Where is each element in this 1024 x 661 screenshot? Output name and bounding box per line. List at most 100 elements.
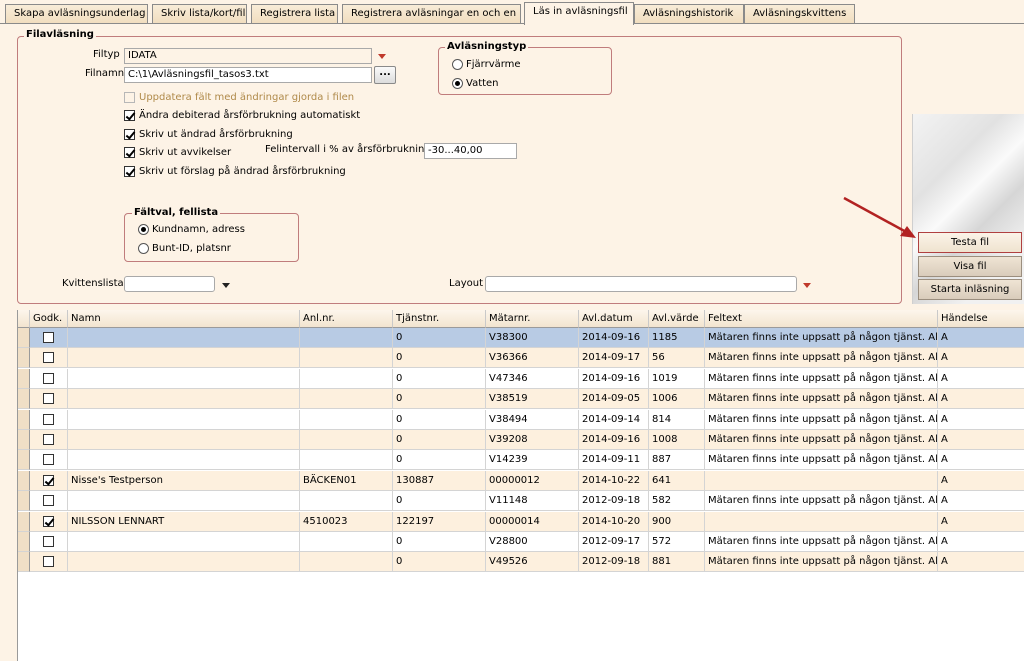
cell-feltext xyxy=(705,511,938,532)
layout-dropdown-icon[interactable] xyxy=(799,277,815,293)
row-selector[interactable] xyxy=(18,328,30,348)
cell-tjanstnr: 122197 xyxy=(393,511,486,532)
tab-label: Skriv lista/kort/fil xyxy=(161,8,246,19)
radio-fjarrvarme[interactable] xyxy=(452,59,463,70)
table-row[interactable]: 0 V47346 2014-09-16 1019 Mätaren finns inte … xyxy=(18,368,1024,389)
table-row[interactable]: Nisse's Testperson BÄCKEN01 130887 00000012… xyxy=(18,470,1024,491)
column-header-handelse[interactable]: Händelse xyxy=(938,310,1024,328)
kvittenslista-select[interactable] xyxy=(124,276,215,292)
column-header-matarnr[interactable]: Mätarnr. xyxy=(486,310,579,328)
row-selector[interactable] xyxy=(18,532,30,552)
table-row[interactable]: 0 V38300 2014-09-16 1185 Mätaren finns inte … xyxy=(18,328,1024,348)
checkbox-skriv-andrad[interactable] xyxy=(124,129,135,140)
table-row[interactable]: 0 V49526 2012-09-18 881 Mätaren finns inte u… xyxy=(18,552,1024,573)
table-row[interactable]: 0 V38519 2014-09-05 1006 Mätaren finns inte … xyxy=(18,389,1024,410)
row-selector[interactable] xyxy=(18,511,30,532)
cell-avldatum: 2012-09-18 xyxy=(579,552,649,573)
row-selector[interactable] xyxy=(18,389,30,410)
tab-avlasningshistorik[interactable]: Avläsningshistorik xyxy=(634,4,744,24)
godk-checkbox[interactable] xyxy=(43,413,54,425)
column-header-avldatum[interactable]: Avl.datum xyxy=(579,310,649,328)
radio-kundnamn[interactable] xyxy=(138,224,149,235)
cell-anlnr: 4510023 xyxy=(300,511,393,532)
godk-checkbox[interactable] xyxy=(43,372,54,384)
cell-godk xyxy=(30,430,68,450)
cell-avlvarde: 641 xyxy=(649,470,705,491)
cell-avlvarde: 1008 xyxy=(649,430,705,450)
filtyp-select[interactable]: IDATA xyxy=(124,48,372,64)
column-header-tjanstnr[interactable]: Tjänstnr. xyxy=(393,310,486,328)
cell-avlvarde: 900 xyxy=(649,511,705,532)
table-row[interactable]: 0 V38494 2014-09-14 814 Mätaren finns inte u… xyxy=(18,409,1024,430)
cell-anlnr xyxy=(300,491,393,512)
table-row[interactable]: 0 V11148 2012-09-18 582 Mätaren finns inte u… xyxy=(18,491,1024,512)
row-selector[interactable] xyxy=(18,409,30,430)
checkbox-uppdatera[interactable] xyxy=(124,92,135,103)
cell-feltext: Mätaren finns inte uppsatt på någon tjän… xyxy=(705,552,938,573)
visa-fil-button[interactable]: Visa fil xyxy=(918,256,1022,277)
row-selector[interactable] xyxy=(18,430,30,450)
cell-feltext: Mätaren finns inte uppsatt på någon tjän… xyxy=(705,328,938,348)
row-selector[interactable] xyxy=(18,368,30,389)
tab-bar: Skapa avläsningsunderlag Skriv lista/kor… xyxy=(0,0,1024,25)
godk-checkbox[interactable] xyxy=(43,352,54,364)
row-selector[interactable] xyxy=(18,348,30,369)
table-row[interactable]: 0 V28800 2012-09-17 572 Mätaren finns inte u… xyxy=(18,532,1024,552)
cell-godk xyxy=(30,511,68,532)
checkbox-skriv-avvikelser-label: Skriv ut avvikelser xyxy=(139,147,232,158)
radio-bunt-id[interactable] xyxy=(138,243,149,254)
tab-registrera-lista[interactable]: Registrera lista xyxy=(251,4,338,24)
checkbox-andra-debiterad[interactable] xyxy=(124,110,135,121)
cell-anlnr xyxy=(300,552,393,573)
checkbox-skriv-avvikelser[interactable] xyxy=(124,147,135,158)
table-row[interactable]: 0 V36366 2014-09-17 56 Mätaren finns inte up… xyxy=(18,348,1024,369)
table-row[interactable]: 0 V39208 2014-09-16 1008 Mätaren finns inte … xyxy=(18,430,1024,450)
column-header-godk[interactable]: Godk. xyxy=(30,310,68,328)
column-header-namn[interactable]: Namn xyxy=(68,310,300,328)
tab-las-in-avlasningsfil[interactable]: Läs in avläsningsfil xyxy=(524,2,634,25)
cell-namn xyxy=(68,450,300,471)
cell-anlnr xyxy=(300,450,393,471)
testa-fil-button[interactable]: Testa fil xyxy=(918,232,1022,253)
cell-avldatum: 2014-09-11 xyxy=(579,450,649,471)
godk-checkbox[interactable] xyxy=(43,474,54,486)
radio-vatten[interactable] xyxy=(452,78,463,89)
row-selector[interactable] xyxy=(18,470,30,491)
filtyp-dropdown-icon[interactable] xyxy=(374,48,390,64)
starta-inlasning-button[interactable]: Starta inläsning xyxy=(918,279,1022,300)
cell-anlnr xyxy=(300,368,393,389)
godk-checkbox[interactable] xyxy=(43,332,54,343)
browse-button[interactable]: ... xyxy=(374,66,396,84)
godk-checkbox[interactable] xyxy=(43,556,54,568)
layout-select[interactable] xyxy=(485,276,797,292)
cell-anlnr xyxy=(300,409,393,430)
tab-skriv-lista[interactable]: Skriv lista/kort/fil xyxy=(152,4,247,24)
felintervall-input[interactable]: -30...40,00 xyxy=(424,143,517,159)
cell-feltext xyxy=(705,470,938,491)
kvittenslista-dropdown-icon[interactable] xyxy=(218,277,234,293)
cell-tjanstnr: 0 xyxy=(393,532,486,552)
row-selector[interactable] xyxy=(18,552,30,573)
godk-checkbox[interactable] xyxy=(43,536,54,547)
cell-avldatum: 2014-09-16 xyxy=(579,430,649,450)
godk-checkbox[interactable] xyxy=(43,393,54,405)
tab-avlasningskvittens[interactable]: Avläsningskvittens xyxy=(744,4,855,24)
column-header-anlnr[interactable]: Anl.nr. xyxy=(300,310,393,328)
cell-avldatum: 2014-09-17 xyxy=(579,348,649,369)
tab-skapa-avlasningsunderlag[interactable]: Skapa avläsningsunderlag xyxy=(5,4,148,24)
row-selector[interactable] xyxy=(18,450,30,471)
table-row[interactable]: 0 V14239 2014-09-11 887 Mätaren finns inte u… xyxy=(18,450,1024,471)
checkbox-skriv-forslag[interactable] xyxy=(124,166,135,177)
godk-checkbox[interactable] xyxy=(43,495,54,507)
column-header-feltext[interactable]: Feltext xyxy=(705,310,938,328)
table-row[interactable]: NILSSON LENNART 4510023 122197 00000014 2014… xyxy=(18,511,1024,532)
row-selector[interactable] xyxy=(18,491,30,512)
godk-checkbox[interactable] xyxy=(43,454,54,466)
godk-checkbox[interactable] xyxy=(43,515,54,527)
column-header-avlvarde[interactable]: Avl.värde xyxy=(649,310,705,328)
filnamn-input[interactable]: C:\1\Avläsningsfil_tasos3.txt xyxy=(124,67,372,83)
faltval-title: Fältval, fellista xyxy=(132,207,221,218)
cell-avlvarde: 814 xyxy=(649,409,705,430)
tab-registrera-en-och-en[interactable]: Registrera avläsningar en och en xyxy=(342,4,521,24)
godk-checkbox[interactable] xyxy=(43,434,54,445)
